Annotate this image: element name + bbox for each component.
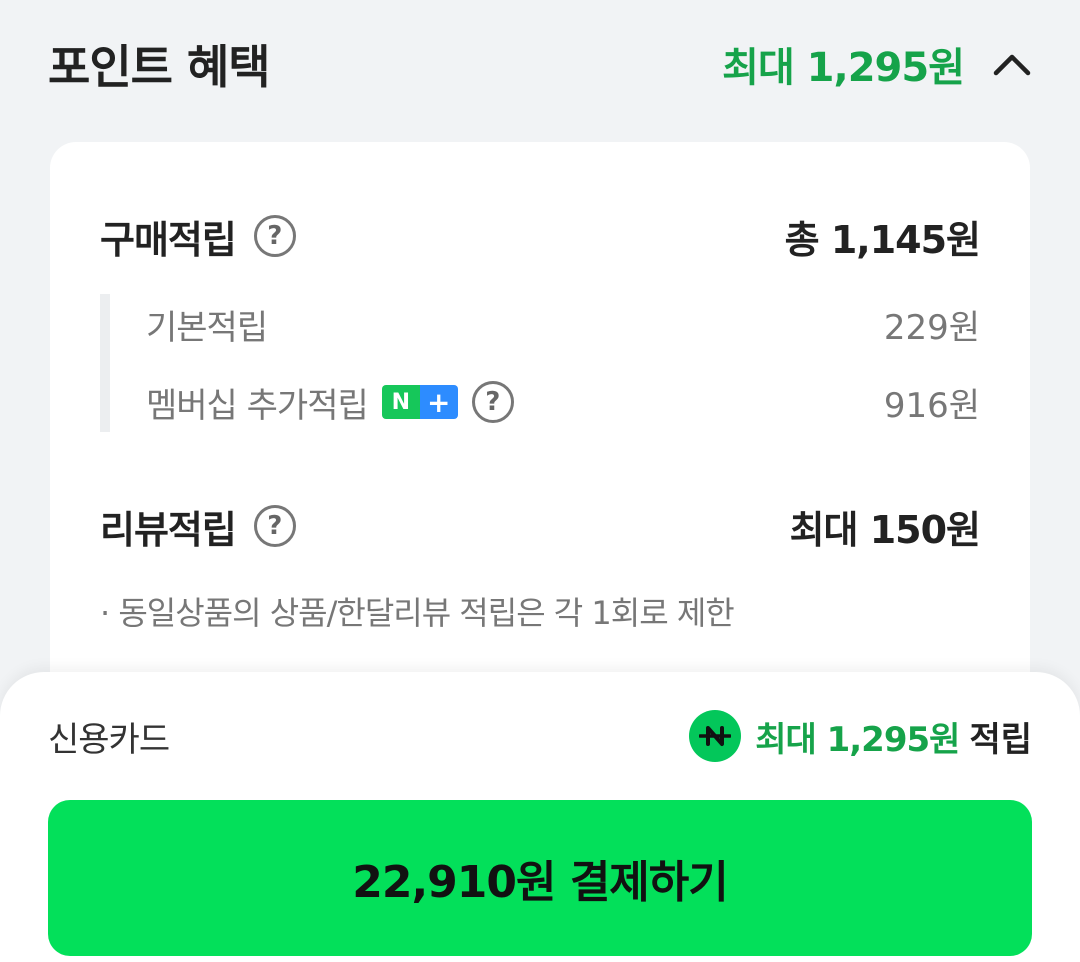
review-label: 리뷰적립	[100, 507, 237, 552]
review-row: 리뷰적립 ? 최대 150원	[100, 496, 981, 556]
help-icon[interactable]: ?	[253, 505, 296, 547]
basic-value: 229원	[883, 307, 980, 348]
help-icon[interactable]: ?	[253, 215, 296, 257]
payment-method: 신용카드	[48, 719, 170, 760]
basic-row: 기본적립 229원	[146, 296, 980, 352]
max-benefit-amount: 최대 1,295원	[722, 45, 965, 91]
chevron-up-icon	[993, 54, 1031, 76]
payment-benefit: 최대 1,295원 적립	[689, 710, 1032, 762]
membership-label: 멤버십 추가적립	[146, 385, 369, 426]
pay-button[interactable]: 22,910원 결제하기	[48, 800, 1032, 956]
purchase-row: 구매적립 ? 총 1,145원	[100, 206, 981, 266]
review-note: · 동일상품의 상품/한달리뷰 적립은 각 1회로 제한	[100, 594, 735, 632]
membership-row: 멤버십 추가적립 N + ? 916원	[146, 374, 980, 430]
basic-label: 기본적립	[146, 307, 268, 348]
benefit-header[interactable]: 포인트 혜택 최대 1,295원	[48, 28, 1032, 100]
membership-value: 916원	[883, 385, 980, 426]
plus-icon: +	[419, 385, 458, 419]
pay-button-label: 22,910원 결제하기	[352, 857, 729, 908]
collapse-button[interactable]	[992, 44, 1032, 84]
payment-method-row: 신용카드 최대 1,295원 적립	[48, 708, 1032, 764]
membership-label-wrap: 멤버십 추가적립 N + ?	[146, 378, 514, 427]
point-benefit-page: 포인트 혜택 최대 1,295원 구매적립 ? 총 1,145원 기본적립 22…	[0, 0, 1080, 962]
purchase-total: 총 1,145원	[784, 217, 981, 262]
naver-pay-icon	[689, 710, 742, 762]
purchase-breakdown: 기본적립 229원 멤버십 추가적립 N + ? 916원	[100, 294, 980, 432]
purchase-label-wrap: 구매적립 ?	[100, 209, 296, 264]
payment-sheet: 신용카드 최대 1,295원 적립 22,910원 결제하기	[0, 672, 1080, 962]
header-right: 최대 1,295원	[722, 35, 1032, 93]
help-icon[interactable]: ?	[471, 381, 514, 423]
page-title: 포인트 혜택	[48, 40, 271, 94]
naver-plus-badge: N +	[381, 385, 458, 419]
purchase-label: 구매적립	[100, 217, 237, 262]
payment-accum-label: 적립	[969, 719, 1032, 760]
naver-n-icon: N	[381, 385, 420, 419]
review-value: 최대 150원	[789, 507, 981, 552]
payment-max-amount: 최대 1,295원	[755, 719, 960, 760]
review-label-wrap: 리뷰적립 ?	[100, 499, 296, 554]
